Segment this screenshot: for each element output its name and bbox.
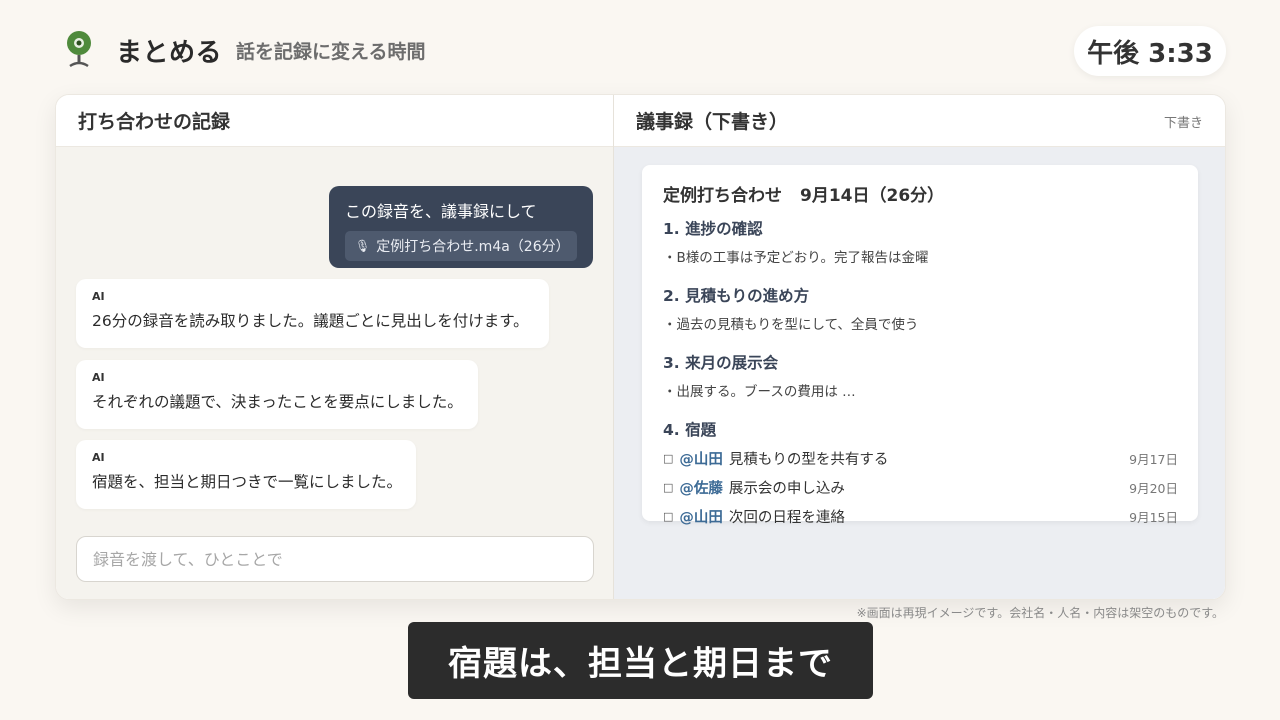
- section-body: ・B様の工事は予定どおり。完了報告は金曜: [663, 250, 929, 266]
- task-due-date: 9月17日: [1129, 452, 1178, 467]
- task-item: □ @山田 次回の日程を連絡 9月15日: [663, 502, 1178, 531]
- meeting-name: 定例打ち合わせ: [663, 186, 782, 206]
- ai-message: AI 26分の録音を読み取りました。議題ごとに見出しを付けます。: [76, 279, 549, 348]
- task-text: 見積もりの型を共有する: [728, 452, 889, 468]
- chat-pane: 打ち合わせの記録 この録音を、議事録にして 🎙 定例打ち合わせ.m4a（26分）…: [56, 95, 614, 599]
- task-due-date: 9月15日: [1129, 510, 1178, 525]
- task-item: □ @山田 見積もりの型を共有する 9月17日: [663, 444, 1178, 473]
- microphone-logo-icon: [62, 30, 96, 70]
- minutes-title: 定例打ち合わせ 9月14日（26分）: [663, 181, 1178, 206]
- minutes-pane-title: 議事録（下書き）: [636, 111, 789, 133]
- ai-message: AI それぞれの議題で、決まったことを要点にしました。: [76, 360, 478, 429]
- task-text: 展示会の申し込み: [728, 481, 845, 497]
- checkbox[interactable]: □: [663, 510, 673, 523]
- minutes-pane: 議事録（下書き） 下書き 定例打ち合わせ 9月14日（26分） 1. 進捗の確認 …: [614, 95, 1225, 599]
- video-subtitle: 宿題は、担当と期日まで: [408, 622, 873, 699]
- checkbox[interactable]: □: [663, 452, 673, 465]
- section-body: ・過去の見積もりを型にして、全員で使う: [663, 317, 919, 333]
- task-due-date: 9月20日: [1129, 481, 1178, 496]
- user-message-text: この録音を、議事録にして: [345, 202, 537, 221]
- app-header: まとめる 話を記録に変える時間: [62, 30, 425, 70]
- task-assignee[interactable]: @山田: [679, 448, 723, 469]
- checkbox[interactable]: □: [663, 481, 673, 494]
- ai-label: AI: [92, 451, 105, 464]
- minutes-pane-header: 議事録（下書き） 下書き: [614, 95, 1225, 147]
- ai-message-text: 宿題を、担当と期日つきで一覧にしました。: [92, 473, 403, 491]
- ai-label: AI: [92, 290, 105, 303]
- task-assignee[interactable]: @山田: [679, 506, 723, 527]
- task-item: □ @佐藤 展示会の申し込み 9月20日: [663, 473, 1178, 502]
- clock: 午後 3:33: [1074, 26, 1226, 76]
- main-panel: 打ち合わせの記録 この録音を、議事録にして 🎙 定例打ち合わせ.m4a（26分）…: [55, 94, 1226, 600]
- ai-message: AI 宿題を、担当と期日つきで一覧にしました。: [76, 440, 416, 509]
- task-text: 次回の日程を連絡: [728, 510, 845, 526]
- section-heading: 3. 来月の展示会: [663, 354, 779, 372]
- user-message: この録音を、議事録にして 🎙 定例打ち合わせ.m4a（26分）: [329, 186, 593, 268]
- task-assignee[interactable]: @佐藤: [679, 477, 723, 498]
- section-heading: 1. 進捗の確認: [663, 220, 763, 238]
- section-body: ・出展する。ブースの費用は …: [663, 384, 856, 400]
- attachment-name: 定例打ち合わせ.m4a（26分）: [376, 239, 570, 255]
- minutes-card: 定例打ち合わせ 9月14日（26分） 1. 進捗の確認 ・B様の工事は予定どおり。…: [642, 165, 1198, 526]
- disclaimer: ※画面は再現イメージです。会社名・人名・内容は架空のものです。: [856, 606, 1224, 620]
- ai-label: AI: [92, 371, 105, 384]
- chat-pane-title: 打ち合わせの記録: [56, 95, 613, 147]
- microphone-icon: 🎙: [355, 239, 371, 253]
- tasks-heading: 4. 宿題: [663, 421, 717, 439]
- meeting-date: 9月14日（26分）: [800, 186, 945, 206]
- app-tagline: 話を記録に変える時間: [236, 40, 426, 63]
- chat-input[interactable]: [76, 536, 594, 582]
- app-title: まとめる: [116, 37, 223, 68]
- draft-badge: 下書き: [1163, 116, 1203, 131]
- ai-message-text: それぞれの議題で、決まったことを要点にしました。: [92, 393, 463, 411]
- ai-message-text: 26分の録音を読み取りました。議題ごとに見出しを付けます。: [92, 312, 529, 330]
- audio-attachment[interactable]: 🎙 定例打ち合わせ.m4a（26分）: [345, 231, 577, 261]
- section-heading: 2. 見積もりの進め方: [663, 287, 810, 305]
